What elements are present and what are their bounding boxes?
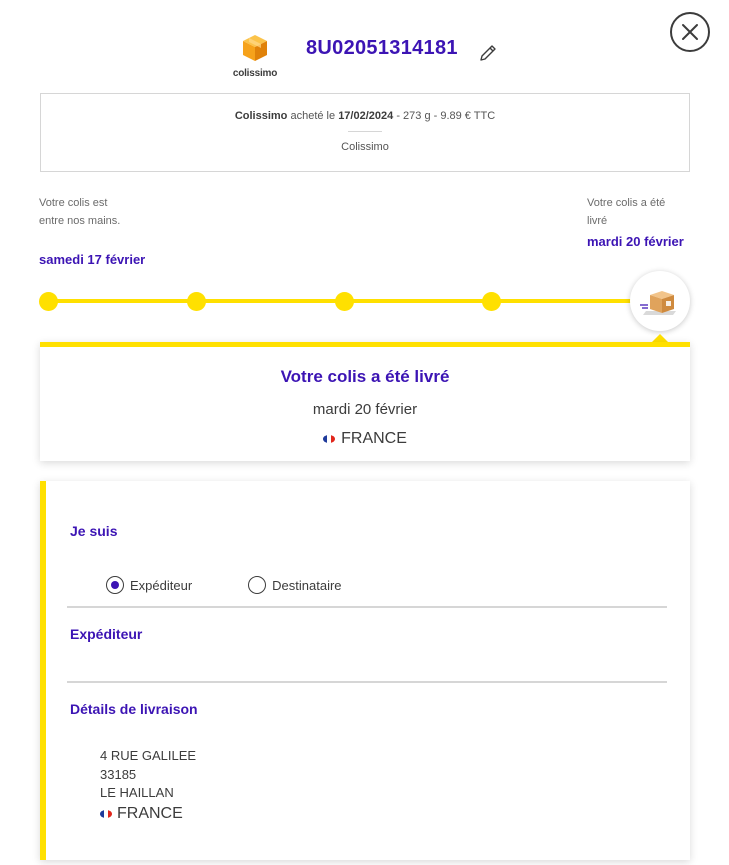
summary-purchased-label: acheté le — [290, 110, 336, 122]
timeline-end-status: Votre colis a été livré — [587, 197, 666, 227]
address-city: LE HAILLAN — [100, 785, 174, 800]
timeline-end-date: mardi 20 février — [587, 234, 684, 249]
address-country-label: FRANCE — [117, 804, 183, 822]
delivery-status-card: Votre colis a été livré mardi 20 février… — [40, 342, 690, 461]
radio-label: Expéditeur — [130, 577, 193, 593]
radio-label: Destinataire — [272, 577, 342, 593]
summary-carrier: Colissimo — [341, 141, 389, 153]
logo-text: colissimo — [232, 68, 278, 79]
radio-button[interactable] — [106, 576, 124, 594]
summary-line: Colissimo acheté le 17/02/2024 - 273 g -… — [41, 110, 689, 122]
shipment-details-card: Je suis Expéditeur Destinataire Expédite… — [40, 481, 690, 860]
summary-purchase-date: 17/02/2024 — [338, 110, 394, 122]
address-country: FRANCE — [100, 805, 196, 824]
france-flag-icon — [323, 435, 336, 443]
summary-details: - 273 g - 9.89 € TTC — [396, 110, 496, 122]
status-country: FRANCE — [40, 430, 690, 448]
status-title: Votre colis a été livré — [280, 367, 450, 386]
summary-divider — [348, 131, 382, 132]
pencil-icon — [480, 45, 496, 61]
timeline-step-dot — [187, 292, 206, 311]
sender-section-title: Expéditeur — [70, 626, 143, 642]
colissimo-logo: colissimo — [230, 34, 280, 79]
summary-carrier-bold: Colissimo — [234, 110, 288, 122]
role-radio-group: Expéditeur Destinataire — [106, 576, 342, 594]
delivery-address: 4 RUE GALILEE 33185 LE HAILLAN FRANCE — [100, 747, 196, 823]
tracking-number: 8U02051314181 — [306, 37, 458, 59]
delivery-section-title: Détails de livraison — [70, 701, 198, 717]
timeline-step-dot — [482, 292, 501, 311]
shipment-summary: Colissimo acheté le 17/02/2024 - 273 g -… — [40, 93, 690, 172]
address-postal-code: 33185 — [100, 766, 137, 782]
timeline-start-status: Votre colis est entre nos mains. — [39, 197, 121, 227]
status-country-label: FRANCE — [341, 430, 407, 447]
address-street: 4 RUE GALILEE — [100, 748, 197, 763]
radio-expediteur[interactable]: Expéditeur — [106, 576, 192, 594]
divider — [67, 681, 667, 683]
close-icon — [682, 24, 698, 40]
colissimo-box-logo — [243, 35, 267, 61]
edit-tracking-button[interactable] — [478, 43, 498, 63]
package-icon — [640, 291, 676, 315]
status-date: mardi 20 février — [312, 401, 418, 418]
close-button[interactable] — [670, 12, 710, 52]
radio-button[interactable] — [248, 576, 267, 594]
radio-destinataire[interactable]: Destinataire — [248, 576, 342, 594]
role-section-title: Je suis — [70, 523, 118, 539]
france-flag-icon — [100, 809, 112, 818]
timeline-start-date: samedi 17 février — [39, 252, 146, 267]
delivered-step-badge — [630, 271, 690, 331]
timeline-step-dot — [39, 292, 58, 311]
timeline-step-dot — [335, 292, 354, 311]
divider — [67, 606, 667, 608]
